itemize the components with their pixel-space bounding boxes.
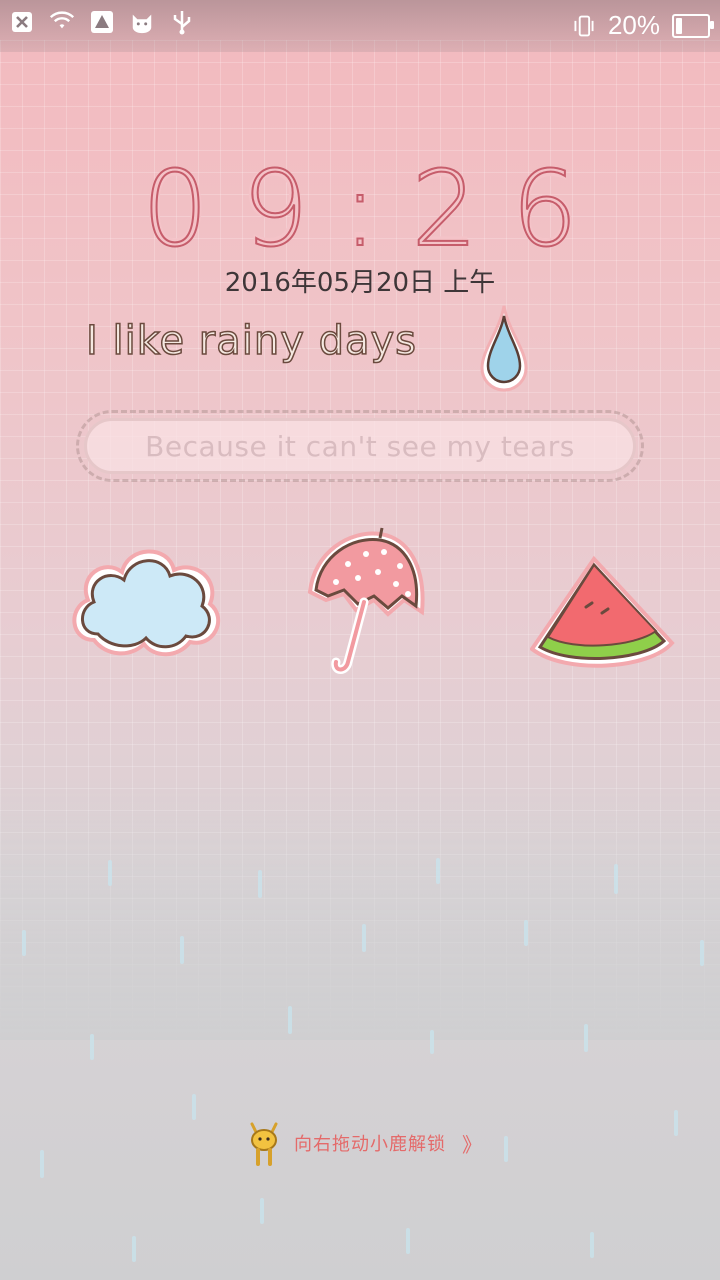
raindrop-icon	[480, 305, 528, 392]
watermelon-icon	[530, 555, 675, 668]
clock-time: 09:26	[141, 147, 612, 271]
battery-icon	[672, 13, 714, 38]
slogan-text: I like rainy days	[85, 317, 418, 365]
battery-percent: 20%	[607, 10, 660, 40]
cat-icon	[130, 10, 154, 34]
deer-icon[interactable]	[244, 1118, 284, 1168]
status-bar: 20%	[0, 0, 720, 52]
vibrate-icon	[572, 14, 596, 38]
umbrella-icon	[307, 527, 425, 674]
unlock-slider[interactable]: 向右拖动小鹿解锁 》	[244, 1118, 484, 1168]
lockscreen-date: 2016年05月20日 上午	[224, 268, 496, 298]
unlock-hint-text: 向右拖动小鹿解锁	[294, 1134, 446, 1155]
cloud-icon	[72, 549, 221, 657]
unlock-arrow-icon: 》	[462, 1132, 482, 1157]
usb-icon	[170, 10, 194, 35]
warning-icon	[90, 10, 114, 34]
wifi-icon	[50, 10, 74, 34]
subtitle-banner: Because it can't see my tears	[76, 410, 644, 482]
subtitle-text: Because it can't see my tears	[84, 418, 636, 474]
notification-x-icon	[10, 10, 34, 34]
